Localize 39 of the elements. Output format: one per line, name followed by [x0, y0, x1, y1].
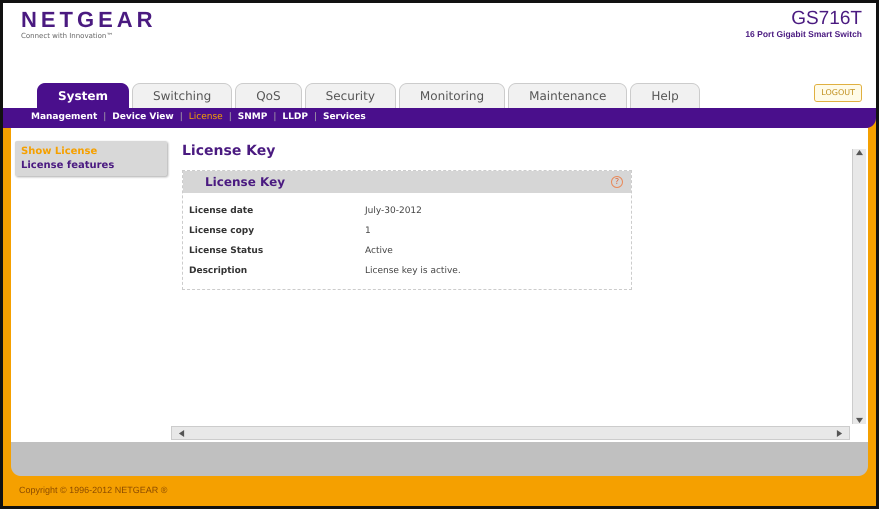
page-title: License Key [182, 142, 276, 161]
field-value: 1 [365, 225, 371, 238]
horizontal-scrollbar[interactable] [171, 426, 850, 440]
scroll-left-icon[interactable] [178, 430, 185, 436]
subnav-link[interactable]: Management [31, 111, 98, 125]
nav-tab[interactable]: Switching [132, 82, 232, 108]
panel-title: License Key [205, 174, 286, 191]
brand-logo: NETGEAR [21, 9, 157, 31]
copyright-text: Copyright © 1996-2012 NETGEAR ® [18, 484, 168, 497]
scroll-up-icon[interactable] [856, 149, 863, 156]
subnav-link[interactable]: Device View [112, 111, 174, 125]
field-label: Description [189, 265, 248, 278]
scroll-right-icon[interactable] [836, 430, 843, 436]
sidebar-link[interactable]: License features [21, 158, 161, 172]
field-value: Active [365, 245, 393, 258]
field-value: July-30-2012 [365, 205, 422, 218]
subnav-link[interactable]: SNMP [238, 111, 268, 125]
field-value: License key is active. [365, 265, 461, 278]
subnav-link[interactable]: Services [322, 111, 366, 125]
separator: | [228, 111, 232, 124]
field-label: License Status [189, 245, 264, 258]
scroll-down-icon[interactable] [856, 417, 863, 424]
subnav-link[interactable]: LLDP [282, 111, 308, 125]
nav-tab[interactable]: QoS [235, 82, 302, 108]
separator: | [314, 111, 317, 124]
separator: | [180, 111, 183, 124]
vertical-scrollbar[interactable] [852, 149, 866, 424]
nav-tab[interactable]: Monitoring [398, 82, 506, 108]
field-label: License date [189, 205, 254, 218]
separator: | [103, 111, 106, 124]
nav-tab[interactable]: System [37, 82, 129, 108]
nav-tab[interactable]: Help [630, 82, 700, 108]
nav-tab[interactable]: Maintenance [508, 82, 628, 108]
model-name: GS716T [790, 9, 862, 28]
field-label: License copy [189, 225, 256, 238]
nav-tab[interactable]: Security [304, 82, 396, 108]
model-description: 16 Port Gigabit Smart Switch [745, 28, 862, 41]
subnav-link[interactable]: License [188, 111, 223, 125]
separator: | [273, 111, 276, 124]
